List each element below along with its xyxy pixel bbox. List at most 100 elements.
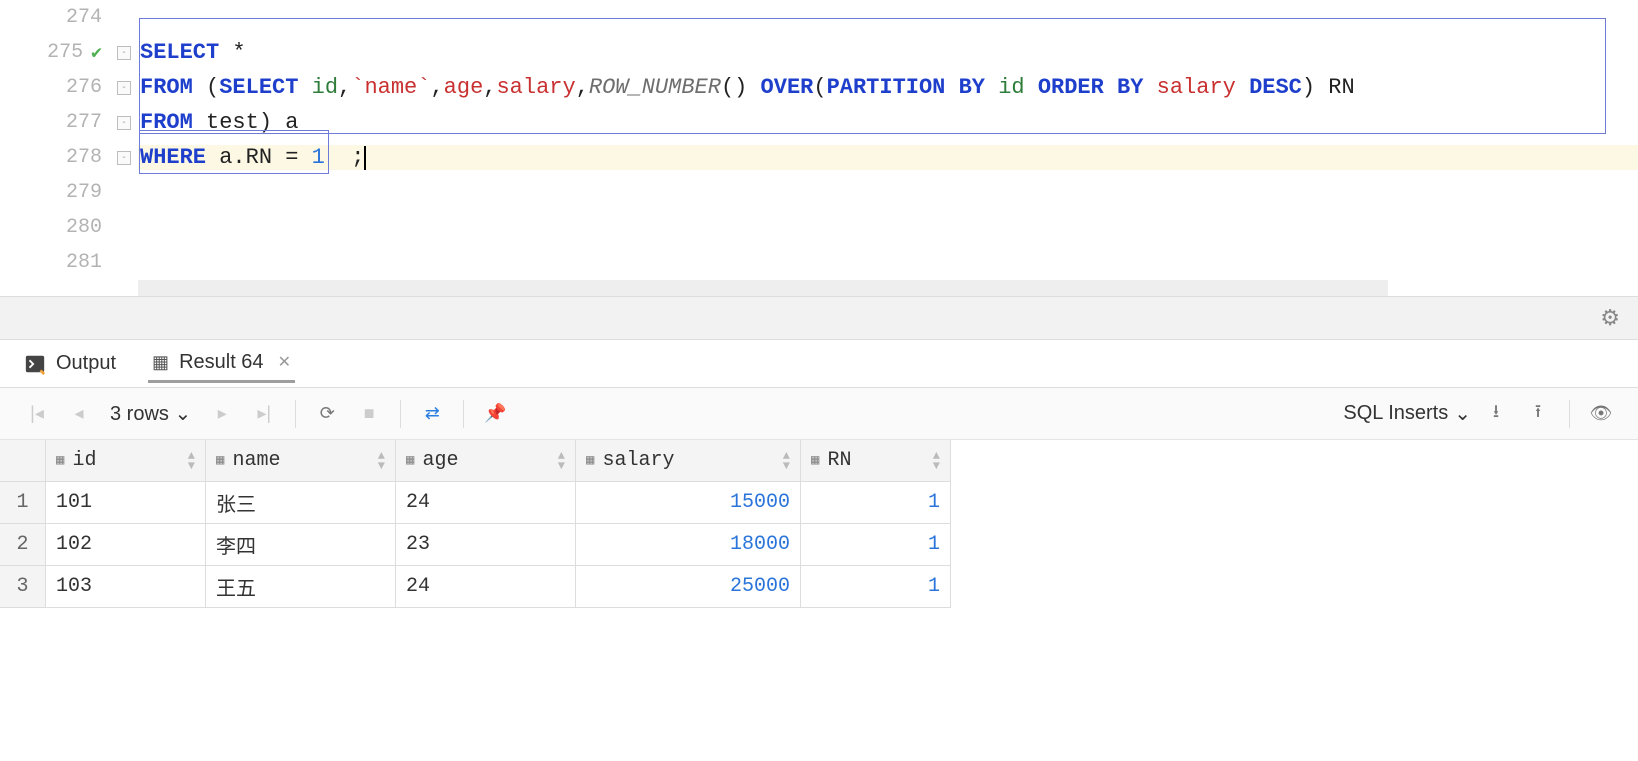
- code-line[interactable]: 279: [0, 175, 1638, 210]
- refresh-button[interactable]: ⟳: [310, 397, 344, 431]
- line-number: 280: [0, 216, 110, 239]
- line-number: 279: [0, 181, 110, 204]
- code-text[interactable]: WHERE a.RN = 1 ;: [138, 145, 1638, 170]
- tab-output-label: Output: [56, 352, 116, 375]
- prev-page-button[interactable]: ◂: [62, 397, 96, 431]
- grid-icon: ▦: [152, 352, 169, 373]
- column-label: name: [232, 449, 280, 472]
- panel-divider: ⚙: [0, 296, 1638, 340]
- table-cell[interactable]: 101: [46, 482, 206, 524]
- table-cell[interactable]: 25000: [576, 566, 801, 608]
- row-number[interactable]: 1: [0, 482, 46, 524]
- table-cell[interactable]: 24: [396, 482, 576, 524]
- code-line[interactable]: 274: [0, 0, 1638, 35]
- code-line[interactable]: 278-WHERE a.RN = 1 ;: [0, 140, 1638, 175]
- code-text[interactable]: FROM test) a: [138, 110, 1638, 135]
- sort-icon[interactable]: ▲▼: [783, 451, 790, 471]
- upload-button[interactable]: ⭱: [1521, 397, 1555, 431]
- column-icon: ▦: [586, 452, 594, 469]
- fold-toggle-icon[interactable]: -: [117, 151, 131, 165]
- result-toolbar: |◂ ◂ 3 rows ⌄ ▸ ▸| ⟳ ■ ⇄ 📌 SQL Inserts ⌄…: [0, 388, 1638, 440]
- column-label: id: [72, 449, 96, 472]
- result-tabs: Output ▦ Result 64 ✕: [0, 340, 1638, 388]
- next-page-button[interactable]: ▸: [205, 397, 239, 431]
- table-cell[interactable]: 王五: [206, 566, 396, 608]
- column-icon: ▦: [216, 452, 224, 469]
- column-icon: ▦: [56, 452, 64, 469]
- separator: [400, 400, 401, 428]
- chevron-down-icon: ⌄: [174, 403, 191, 425]
- terminal-icon: [24, 353, 46, 375]
- table-cell[interactable]: 张三: [206, 482, 396, 524]
- tab-output[interactable]: Output: [20, 346, 120, 381]
- fold-toggle-icon[interactable]: -: [117, 81, 131, 95]
- line-number: 277: [0, 111, 110, 134]
- line-number: 276: [0, 76, 110, 99]
- line-number: 274: [0, 6, 110, 29]
- pin-button[interactable]: 📌: [478, 397, 512, 431]
- sql-editor[interactable]: 274275✔-SELECT *276-FROM (SELECT id,`nam…: [0, 0, 1638, 296]
- column-header[interactable]: ▦ age ▲▼: [396, 440, 576, 482]
- chevron-down-icon: ⌄: [1454, 401, 1471, 426]
- table-cell[interactable]: 103: [46, 566, 206, 608]
- separator: [1569, 400, 1570, 428]
- fold-gutter[interactable]: -: [110, 46, 138, 60]
- line-number: 278: [0, 146, 110, 169]
- column-header[interactable]: ▦ salary ▲▼: [576, 440, 801, 482]
- column-header[interactable]: ▦ name ▲▼: [206, 440, 396, 482]
- column-label: salary: [602, 449, 674, 472]
- checkmark-icon: ✔: [91, 42, 102, 64]
- code-line[interactable]: 276-FROM (SELECT id,`name`,age,salary,RO…: [0, 70, 1638, 105]
- table-cell[interactable]: 1: [801, 482, 951, 524]
- table-cell[interactable]: 15000: [576, 482, 801, 524]
- sort-icon[interactable]: ▲▼: [933, 451, 940, 471]
- tab-result[interactable]: ▦ Result 64 ✕: [148, 345, 295, 383]
- row-number[interactable]: 2: [0, 524, 46, 566]
- result-table[interactable]: ▦ id▲▼▦ name▲▼▦ age▲▼▦ salary▲▼▦ RN▲▼110…: [0, 440, 1638, 608]
- sort-icon[interactable]: ▲▼: [558, 451, 565, 471]
- fold-gutter[interactable]: -: [110, 116, 138, 130]
- column-header[interactable]: ▦ id ▲▼: [46, 440, 206, 482]
- stop-button[interactable]: ■: [352, 397, 386, 431]
- fold-toggle-icon[interactable]: -: [117, 46, 131, 60]
- column-label: RN: [827, 449, 851, 472]
- download-button[interactable]: ⭳: [1479, 397, 1513, 431]
- horizontal-scrollbar[interactable]: [138, 280, 1388, 296]
- close-icon[interactable]: ✕: [278, 352, 291, 372]
- code-text[interactable]: SELECT *: [138, 40, 1638, 65]
- export-format-dropdown[interactable]: SQL Inserts ⌄: [1343, 401, 1471, 426]
- separator: [463, 400, 464, 428]
- column-icon: ▦: [406, 452, 414, 469]
- gear-icon[interactable]: ⚙: [1600, 305, 1620, 331]
- code-line[interactable]: 281: [0, 245, 1638, 280]
- table-cell[interactable]: 1: [801, 566, 951, 608]
- column-header[interactable]: ▦ RN▲▼: [801, 440, 951, 482]
- view-button[interactable]: 👁: [1584, 397, 1618, 431]
- row-count-label[interactable]: 3 rows ⌄: [104, 401, 197, 426]
- code-line[interactable]: 277-FROM test) a: [0, 105, 1638, 140]
- first-page-button[interactable]: |◂: [20, 397, 54, 431]
- sort-icon[interactable]: ▲▼: [188, 451, 195, 471]
- fold-gutter[interactable]: -: [110, 81, 138, 95]
- separator: [295, 400, 296, 428]
- row-number[interactable]: 3: [0, 566, 46, 608]
- table-cell[interactable]: 24: [396, 566, 576, 608]
- table-cell[interactable]: 102: [46, 524, 206, 566]
- corner-cell: [0, 440, 46, 482]
- code-text[interactable]: FROM (SELECT id,`name`,age,salary,ROW_NU…: [138, 75, 1638, 100]
- fold-toggle-icon[interactable]: -: [117, 116, 131, 130]
- table-cell[interactable]: 李四: [206, 524, 396, 566]
- table-cell[interactable]: 18000: [576, 524, 801, 566]
- sort-icon[interactable]: ▲▼: [378, 451, 385, 471]
- column-label: age: [422, 449, 458, 472]
- code-line[interactable]: 280: [0, 210, 1638, 245]
- table-cell[interactable]: 1: [801, 524, 951, 566]
- code-line[interactable]: 275✔-SELECT *: [0, 35, 1638, 70]
- line-number: 281: [0, 251, 110, 274]
- text-caret: [364, 146, 366, 170]
- table-cell[interactable]: 23: [396, 524, 576, 566]
- last-page-button[interactable]: ▸|: [247, 397, 281, 431]
- transpose-button[interactable]: ⇄: [415, 397, 449, 431]
- tab-result-label: Result 64: [179, 351, 264, 374]
- fold-gutter[interactable]: -: [110, 151, 138, 165]
